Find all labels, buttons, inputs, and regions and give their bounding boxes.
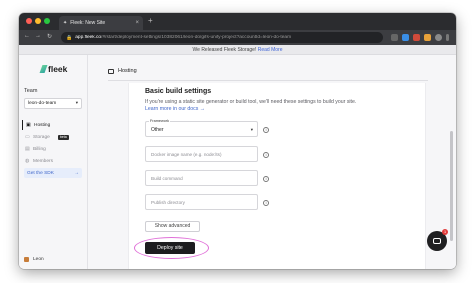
chat-button[interactable]: 1 xyxy=(427,229,448,251)
read-more-link[interactable]: Read More xyxy=(258,47,283,53)
desktop-background: ✦ Fleek: New Site × + ← → ↻ 🔒 app.fleek.… xyxy=(0,0,474,283)
url-text: app.fleek.co/#/start/deployment-settings… xyxy=(75,35,292,40)
sidebar: fleek Team leon-do-team ▾ ▣ Hosting ▭ St… xyxy=(19,55,88,269)
publish-directory-input[interactable]: Publish directory xyxy=(145,194,258,210)
fleek-logo[interactable]: fleek xyxy=(39,64,67,74)
logo-mark-icon xyxy=(39,65,48,73)
extension-icon[interactable] xyxy=(424,34,431,41)
new-tab-button[interactable]: + xyxy=(148,16,153,25)
forward-icon[interactable]: → xyxy=(35,33,41,39)
notification-badge: 1 xyxy=(442,229,448,235)
announcement-banner: We Released Fleek Storage! Read More xyxy=(19,45,456,55)
maximize-window-button[interactable] xyxy=(44,18,50,24)
beta-badge: beta xyxy=(57,134,69,140)
info-icon[interactable]: i xyxy=(263,127,269,133)
browser-tab[interactable]: ✦ Fleek: New Site × xyxy=(59,16,143,30)
hosting-icon: ▣ xyxy=(26,122,31,128)
sidebar-item-hosting[interactable]: ▣ Hosting xyxy=(22,120,84,130)
close-tab-icon[interactable]: × xyxy=(135,20,139,26)
minimize-window-button[interactable] xyxy=(35,18,41,24)
avatar xyxy=(24,257,29,262)
chat-icon xyxy=(433,238,441,244)
show-advanced-button[interactable]: Show advanced xyxy=(145,221,200,232)
browser-window: ✦ Fleek: New Site × + ← → ↻ 🔒 app.fleek.… xyxy=(19,13,456,269)
chevron-down-icon: ▾ xyxy=(75,100,78,105)
hosting-icon xyxy=(108,68,114,74)
main-content: Hosting Basic build settings If you're u… xyxy=(88,55,456,269)
divider xyxy=(108,80,428,81)
billing-icon: ▤ xyxy=(25,146,30,152)
members-icon: ◍ xyxy=(25,158,30,164)
team-label: Team xyxy=(24,88,38,94)
reload-icon[interactable]: ↻ xyxy=(47,33,52,40)
chevron-down-icon: ▾ xyxy=(250,127,253,132)
scrollbar[interactable] xyxy=(450,131,453,241)
info-icon[interactable]: i xyxy=(263,200,269,206)
star-icon[interactable] xyxy=(391,34,398,41)
info-icon[interactable]: i xyxy=(263,152,269,158)
extension-icon[interactable] xyxy=(413,34,420,41)
tab-strip: ✦ Fleek: New Site × + xyxy=(19,13,456,30)
arrow-right-icon: → xyxy=(74,170,79,176)
get-sdk-button[interactable]: Get the SDK → xyxy=(24,168,82,178)
profile-icon[interactable] xyxy=(435,34,442,41)
build-command-input[interactable]: Build command xyxy=(145,170,258,186)
user-menu[interactable]: Leon xyxy=(24,257,44,262)
deploy-site-button[interactable]: Deploy site xyxy=(145,242,195,254)
sidebar-item-billing[interactable]: ▤ Billing xyxy=(22,144,84,154)
section-description: If you're using a static site generator … xyxy=(145,99,357,105)
section-heading: Basic build settings xyxy=(145,88,212,95)
close-window-button[interactable] xyxy=(26,18,32,24)
extension-icon[interactable] xyxy=(402,34,409,41)
team-select[interactable]: leon-do-team ▾ xyxy=(24,98,82,109)
browser-toolbar: ← → ↻ 🔒 app.fleek.co/#/start/deployment-… xyxy=(19,30,456,45)
info-icon[interactable]: i xyxy=(263,176,269,182)
address-bar[interactable]: 🔒 app.fleek.co/#/start/deployment-settin… xyxy=(61,32,383,43)
framework-select[interactable]: Framework Other ▾ xyxy=(145,119,258,137)
storage-icon: ▭ xyxy=(25,134,30,140)
lock-icon: 🔒 xyxy=(66,34,73,41)
learn-more-link[interactable]: Learn more in our docs → xyxy=(145,106,205,112)
back-icon[interactable]: ← xyxy=(24,33,30,39)
tab-title: Fleek: New Site xyxy=(70,20,106,26)
docker-image-input[interactable]: Docker image name (e.g. node:lts) xyxy=(145,146,258,162)
sidebar-item-storage[interactable]: ▭ Storage beta xyxy=(22,132,84,142)
build-settings-card: Basic build settings If you're using a s… xyxy=(128,83,426,269)
fleek-icon: ✦ xyxy=(63,20,68,26)
menu-icon[interactable] xyxy=(446,34,449,41)
sidebar-item-members[interactable]: ◍ Members xyxy=(22,156,84,166)
page-title: Hosting xyxy=(108,68,137,74)
